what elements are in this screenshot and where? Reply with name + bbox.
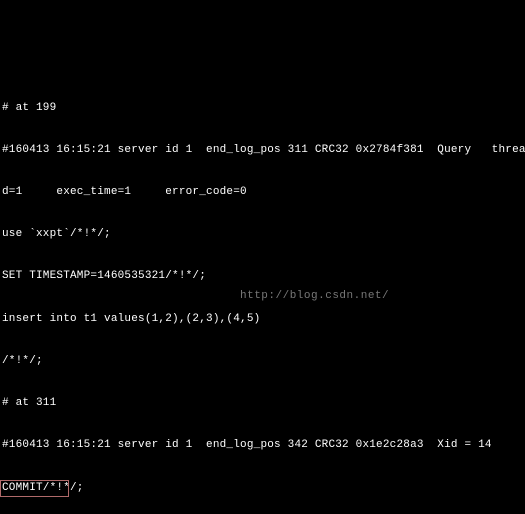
log-line: #160413 16:15:21 server id 1 end_log_pos… [2,438,523,452]
watermark-text: http://blog.csdn.net/ [240,289,389,303]
log-line: use `xxpt`/*!*/; [2,227,523,241]
log-line: # at 311 [2,396,523,410]
log-line: d=1 exec_time=1 error_code=0 [2,185,523,199]
log-line: insert into t1 values(1,2),(2,3),(4,5) [2,312,523,326]
log-line: #160413 16:15:21 server id 1 end_log_pos… [2,143,523,157]
log-line: # at 199 [2,101,523,115]
log-line: /*!*/; [2,354,523,368]
log-line: SET TIMESTAMP=1460535321/*!*/; [2,269,523,283]
terminal-output: # at 199 #160413 16:15:21 server id 1 en… [0,70,525,514]
log-line: COMMIT/*!*/; [2,481,523,495]
